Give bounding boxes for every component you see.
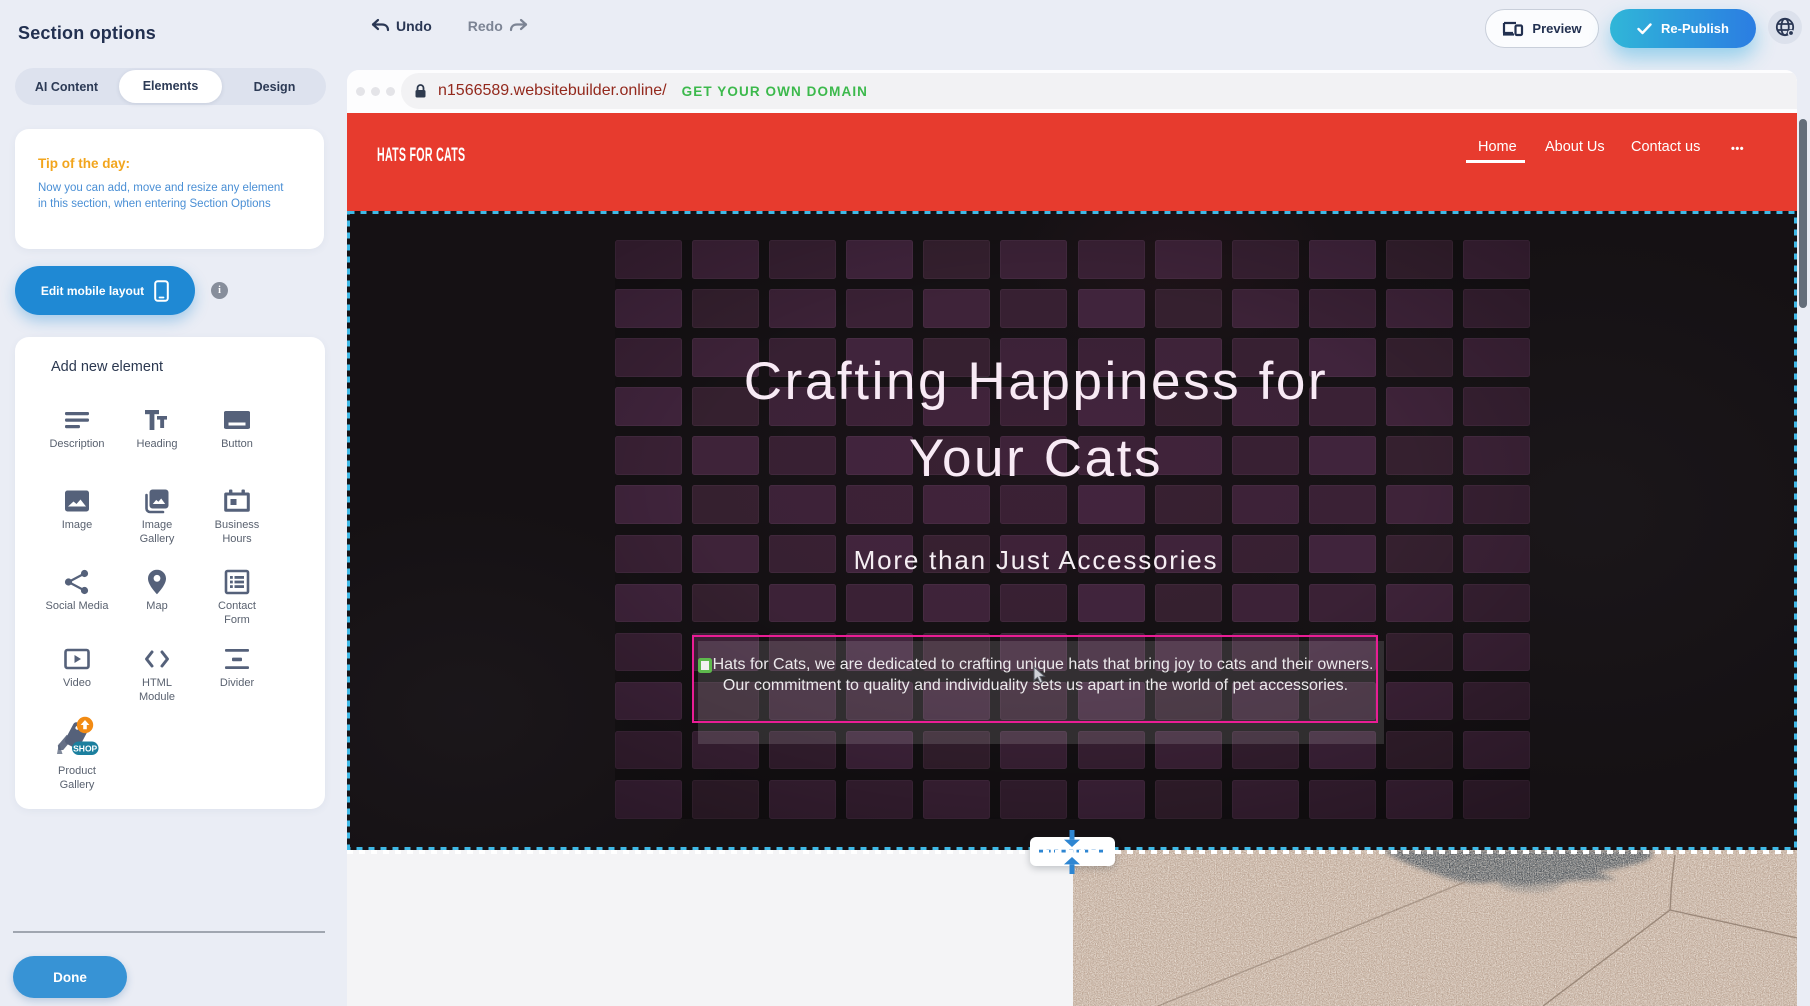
- svg-text:SHOP: SHOP: [73, 743, 97, 753]
